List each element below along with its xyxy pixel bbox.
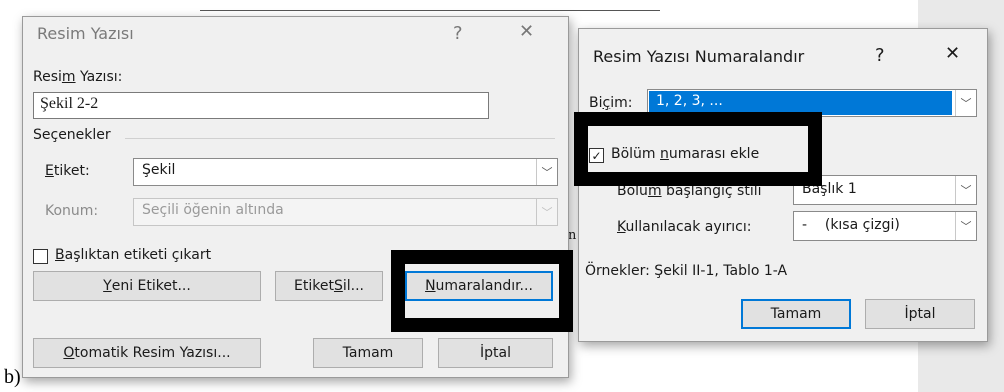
position-field-label: Konum: — [45, 203, 99, 219]
chevron-down-icon: ﹀ — [955, 176, 976, 204]
chevron-down-icon: ﹀ — [536, 199, 557, 225]
close-icon[interactable]: ✕ — [519, 21, 534, 42]
dialog-title: Resim Yazısı Numaralandır — [593, 47, 805, 66]
label-dropdown[interactable]: Şekil ﹀ — [133, 158, 558, 186]
caption-input[interactable]: Şekil 2-2 — [33, 92, 489, 119]
format-label: Biçim: — [589, 95, 633, 111]
caption-input-value: Şekil 2-2 — [40, 95, 99, 112]
separator-dropdown[interactable]: - (kısa çizgi) ﹀ — [793, 211, 977, 241]
label-field-label: Etiket: — [45, 163, 90, 179]
separator-label: Kullanılacak ayırıcı: — [617, 219, 752, 235]
options-heading: Seçenekler — [33, 127, 111, 143]
format-dropdown-value: 1, 2, 3, ... — [656, 93, 723, 109]
autocaption-button[interactable]: Otomatik Resim Yazısı... — [33, 338, 261, 368]
close-icon[interactable]: ✕ — [945, 43, 960, 64]
chevron-down-icon: ﹀ — [955, 212, 976, 240]
cancel-button[interactable]: İptal — [438, 338, 553, 368]
chevron-down-icon: ﹀ — [536, 159, 557, 185]
figure-label: b) — [4, 366, 21, 388]
help-button[interactable]: ? — [875, 45, 885, 66]
ok-button[interactable]: Tamam — [313, 338, 423, 368]
examples-text: Örnekler: Şekil II-1, Tablo 1-A — [585, 263, 788, 279]
cancel-button[interactable]: İptal — [865, 299, 975, 329]
chevron-down-icon: ﹀ — [955, 90, 976, 116]
help-button[interactable]: ? — [453, 23, 463, 44]
highlight-box-include-chapter — [574, 112, 822, 186]
exclude-label-text: Başlıktan etiketi çıkart — [55, 247, 212, 263]
group-divider — [125, 138, 555, 139]
document-text-fragment: n — [568, 228, 577, 243]
caption-label: Resim Yazısı: — [33, 69, 123, 85]
position-dropdown-value: Seçili öğenin altında — [142, 202, 284, 218]
highlight-box-numbering-button — [391, 250, 573, 332]
exclude-label-checkbox[interactable] — [33, 249, 48, 264]
label-dropdown-value: Şekil — [142, 162, 176, 178]
ok-button[interactable]: Tamam — [741, 299, 851, 329]
new-label-button[interactable]: Yeni Etiket... — [33, 271, 261, 301]
document-rule — [200, 10, 660, 11]
position-dropdown[interactable]: Seçili öğenin altında ﹀ — [133, 198, 558, 226]
separator-value: - (kısa çizgi) — [802, 217, 900, 233]
delete-label-button[interactable]: Etiket Sil... — [275, 271, 383, 301]
dialog-title: Resim Yazısı — [37, 24, 134, 43]
